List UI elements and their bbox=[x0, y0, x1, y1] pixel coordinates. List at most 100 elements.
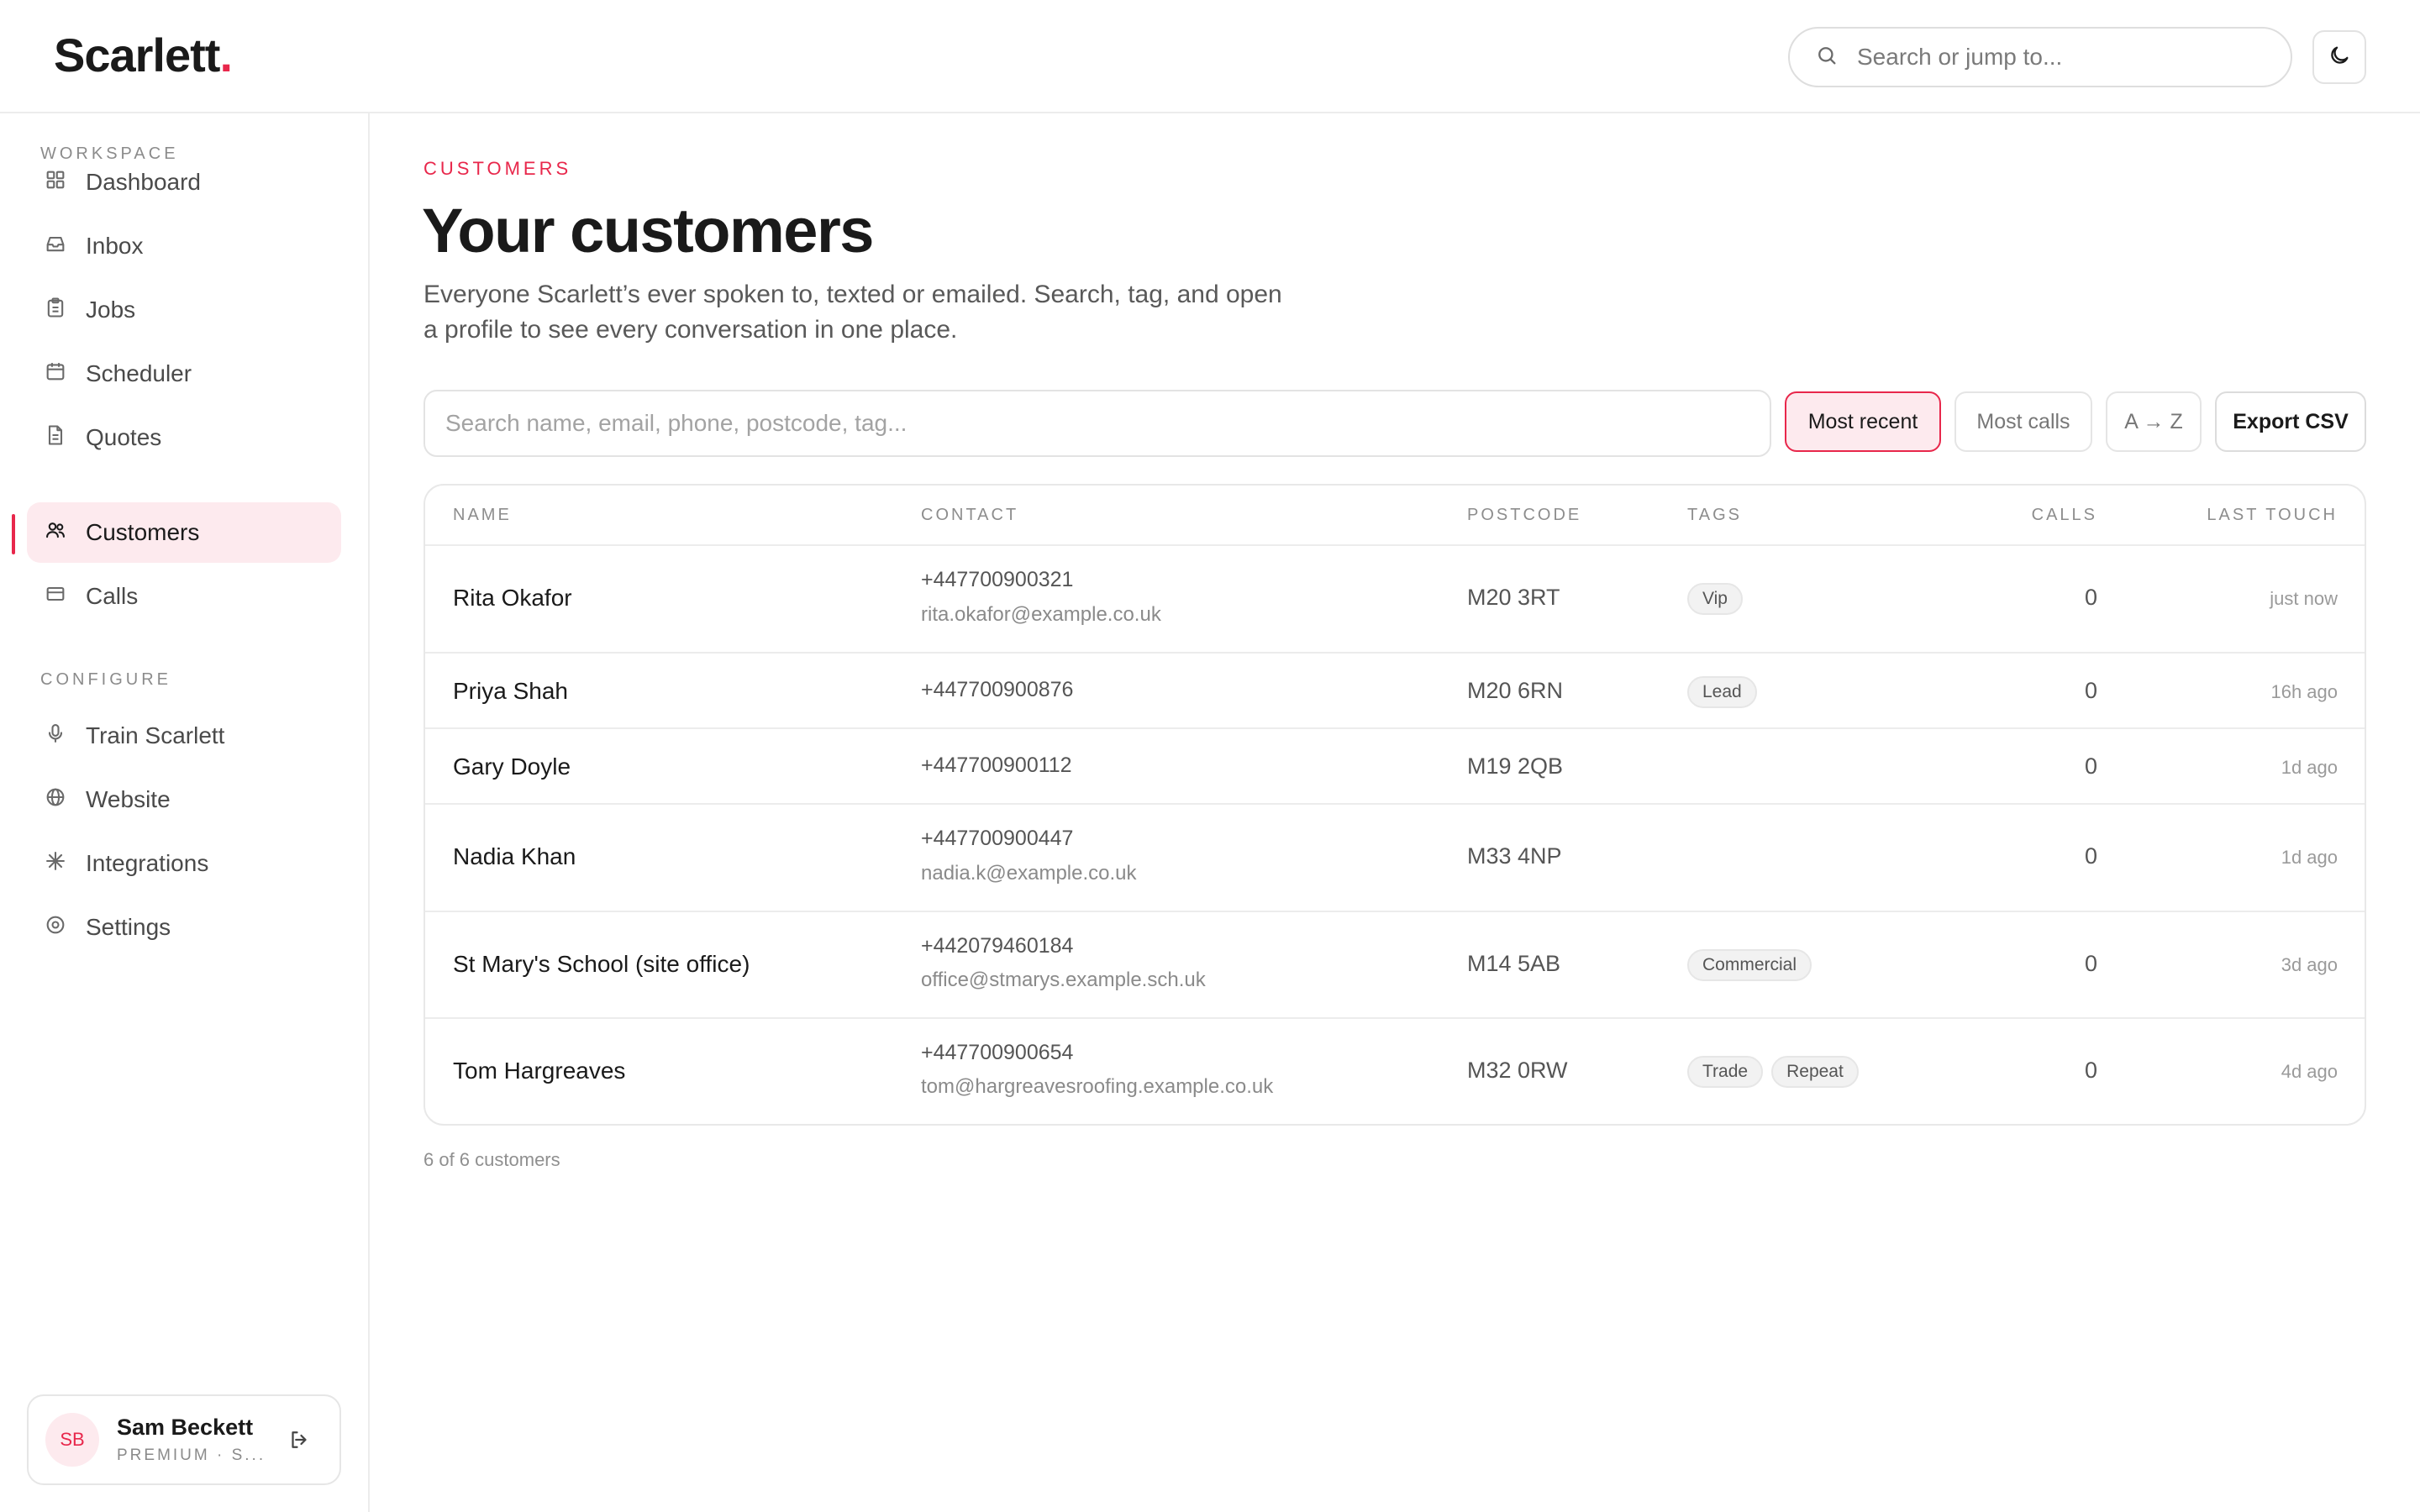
configure-section-label: CONFIGURE bbox=[40, 670, 171, 689]
customer-postcode: M32 0RW bbox=[1467, 1058, 1568, 1083]
customer-last-touch: 4d ago bbox=[2281, 1061, 2338, 1082]
globe-icon bbox=[44, 785, 67, 815]
sidebar-item-label: Inbox bbox=[86, 233, 144, 259]
moon-icon bbox=[2328, 44, 2351, 71]
customer-calls: 0 bbox=[2084, 585, 2097, 610]
settings-icon bbox=[44, 913, 67, 942]
customer-calls: 0 bbox=[2084, 951, 2097, 976]
sidebar-item-label: Calls bbox=[86, 583, 139, 609]
sidebar-item-quotes[interactable]: Quotes bbox=[27, 407, 341, 468]
customer-name: Rita Okafor bbox=[453, 585, 572, 611]
theme-toggle-button[interactable] bbox=[2312, 30, 2366, 84]
tag-badge: Trade bbox=[1687, 1056, 1764, 1088]
sidebar: WORKSPACE Dashboard Inbox Jobs Scheduler… bbox=[0, 113, 370, 1512]
customer-tags: Trade Repeat bbox=[1687, 1056, 1859, 1088]
clipboard-icon bbox=[44, 296, 67, 325]
column-header-postcode[interactable]: POSTCODE bbox=[1467, 506, 1581, 525]
customer-last-touch: 16h ago bbox=[2270, 681, 2338, 702]
customer-email: nadia.k@example.co.uk bbox=[921, 862, 1137, 885]
sidebar-item-label: Quotes bbox=[86, 424, 162, 450]
sidebar-item-label: Settings bbox=[86, 914, 171, 940]
table-row[interactable]: Priya Shah +447700900876 M20 6RN Lead 0 … bbox=[425, 654, 2365, 729]
sort-most-calls-button[interactable]: Most calls bbox=[1954, 391, 2092, 452]
sidebar-item-calls[interactable]: Calls bbox=[27, 566, 341, 627]
logout-icon bbox=[287, 1427, 312, 1457]
column-header-name[interactable]: NAME bbox=[453, 506, 512, 525]
customer-phone: +447700900654 bbox=[921, 1041, 1074, 1064]
page-description: Everyone Scarlett’s ever spoken to, text… bbox=[424, 281, 1282, 344]
customer-tags: Commercial bbox=[1687, 949, 1812, 981]
customer-phone: +447700900447 bbox=[921, 827, 1074, 850]
sidebar-item-label: Dashboard bbox=[86, 169, 201, 195]
customer-postcode: M20 6RN bbox=[1467, 678, 1564, 703]
customer-count: 6 of 6 customers bbox=[424, 1149, 560, 1170]
sidebar-item-jobs[interactable]: Jobs bbox=[27, 280, 341, 340]
tag-badge: Lead bbox=[1687, 676, 1757, 708]
sidebar-item-website[interactable]: Website bbox=[27, 769, 341, 830]
customer-name: Priya Shah bbox=[453, 678, 568, 704]
avatar: SB bbox=[45, 1413, 99, 1467]
customer-calls: 0 bbox=[2084, 753, 2097, 779]
top-bar: Scarlett. bbox=[0, 0, 2420, 113]
document-icon bbox=[44, 423, 67, 453]
global-search-input[interactable] bbox=[1857, 44, 2260, 71]
customer-email: rita.okafor@example.co.uk bbox=[921, 603, 1161, 626]
customer-calls: 0 bbox=[2084, 843, 2097, 869]
sort-most-recent-button[interactable]: Most recent bbox=[1785, 391, 1941, 452]
customer-name: Gary Doyle bbox=[453, 753, 571, 780]
customer-search-input[interactable] bbox=[424, 390, 1771, 457]
customer-tags: Lead bbox=[1687, 676, 1757, 708]
users-icon bbox=[44, 518, 67, 548]
table-row[interactable]: Gary Doyle +447700900112 M19 2QB 0 1d ag… bbox=[425, 729, 2365, 805]
customer-last-touch: 3d ago bbox=[2281, 954, 2338, 975]
customer-name: Nadia Khan bbox=[453, 843, 576, 869]
customer-phone: +447700900876 bbox=[921, 678, 1074, 701]
sidebar-item-label: Train Scarlett bbox=[86, 722, 225, 748]
customer-tags: Vip bbox=[1687, 583, 1743, 615]
active-indicator bbox=[12, 514, 15, 554]
column-header-last-touch[interactable]: LAST TOUCH bbox=[2207, 506, 2338, 525]
customer-phone: +447700900321 bbox=[921, 568, 1074, 591]
table-row[interactable]: Rita Okafor +447700900321 rita.okafor@ex… bbox=[425, 546, 2365, 654]
logo[interactable]: Scarlett. bbox=[54, 29, 233, 82]
sidebar-item-dashboard[interactable]: Dashboard bbox=[27, 152, 341, 213]
column-header-contact[interactable]: CONTACT bbox=[921, 506, 1018, 525]
table-row[interactable]: Nadia Khan +447700900447 nadia.k@example… bbox=[425, 805, 2365, 912]
customer-name: St Mary's School (site office) bbox=[453, 951, 750, 977]
sidebar-item-label: Scheduler bbox=[86, 360, 192, 386]
sidebar-item-label: Integrations bbox=[86, 850, 209, 876]
global-search[interactable] bbox=[1788, 27, 2292, 87]
customer-phone: +447700900112 bbox=[921, 753, 1072, 777]
logout-button[interactable] bbox=[282, 1425, 316, 1458]
tag-badge: Repeat bbox=[1771, 1056, 1859, 1088]
sidebar-item-customers[interactable]: Customers bbox=[27, 502, 341, 563]
sidebar-item-inbox[interactable]: Inbox bbox=[27, 216, 341, 276]
customer-email: tom@hargreavesroofing.example.co.uk bbox=[921, 1075, 1274, 1098]
table-header: NAME CONTACT POSTCODE TAGS CALLS LAST TO… bbox=[425, 486, 2365, 546]
microphone-icon bbox=[44, 722, 67, 751]
sidebar-item-settings[interactable]: Settings bbox=[27, 897, 341, 958]
user-card[interactable]: SB Sam Beckett PREMIUM · S... bbox=[27, 1394, 341, 1485]
customers-table: NAME CONTACT POSTCODE TAGS CALLS LAST TO… bbox=[424, 484, 2366, 1126]
logo-dot: . bbox=[219, 29, 233, 81]
table-row[interactable]: Tom Hargreaves +447700900654 tom@hargrea… bbox=[425, 1019, 2365, 1124]
calendar-icon bbox=[44, 360, 67, 389]
sidebar-item-label: Website bbox=[86, 786, 171, 812]
customer-phone: +442079460184 bbox=[921, 934, 1074, 958]
customer-last-touch: 1d ago bbox=[2281, 847, 2338, 868]
customer-postcode: M33 4NP bbox=[1467, 843, 1562, 869]
table-row[interactable]: St Mary's School (site office) +44207946… bbox=[425, 912, 2365, 1019]
user-name: Sam Beckett bbox=[117, 1415, 254, 1440]
customer-last-touch: 1d ago bbox=[2281, 757, 2338, 778]
column-header-calls[interactable]: CALLS bbox=[2032, 506, 2097, 525]
column-header-tags[interactable]: TAGS bbox=[1687, 506, 1742, 525]
export-csv-button[interactable]: Export CSV bbox=[2215, 391, 2366, 452]
sidebar-item-integrations[interactable]: Integrations bbox=[27, 833, 341, 894]
sidebar-item-train-scarlett[interactable]: Train Scarlett bbox=[27, 706, 341, 766]
customer-postcode: M14 5AB bbox=[1467, 951, 1561, 976]
customer-postcode: M20 3RT bbox=[1467, 585, 1560, 610]
sidebar-item-scheduler[interactable]: Scheduler bbox=[27, 344, 341, 404]
customer-email: office@stmarys.example.sch.uk bbox=[921, 969, 1206, 991]
sort-a-z-button[interactable]: A → Z bbox=[2106, 391, 2202, 452]
search-icon bbox=[1815, 44, 1839, 71]
